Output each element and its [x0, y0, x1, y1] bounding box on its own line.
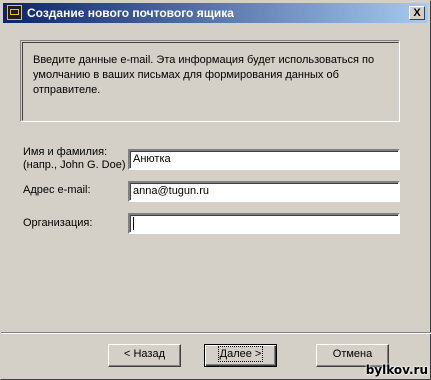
info-text: Введите данные e-mail. Эта информация бу…	[33, 54, 375, 96]
email-field[interactable]: anna@tugun.ru	[128, 181, 400, 202]
app-icon	[7, 5, 22, 20]
dialog-window: Создание нового почтового ящика X Введит…	[0, 0, 431, 380]
email-label: Адрес e-mail:	[23, 184, 91, 196]
name-label: Имя и фамилия: (напр., John G. Doe)	[23, 146, 126, 171]
close-button[interactable]: X	[409, 6, 425, 20]
title-bar[interactable]: Создание нового почтового ящика X	[3, 3, 428, 23]
window-title: Создание нового почтового ящика	[27, 6, 234, 20]
organization-field[interactable]	[128, 213, 400, 234]
info-panel: Введите данные e-mail. Эта информация бу…	[20, 40, 400, 122]
next-button[interactable]: Далее >	[204, 344, 277, 367]
organization-label: Организация:	[23, 217, 93, 229]
back-button[interactable]: < Назад	[108, 344, 181, 367]
name-field[interactable]: Анютка	[128, 149, 400, 170]
watermark: bylkov.ru	[365, 363, 428, 377]
button-separator	[1, 332, 431, 334]
